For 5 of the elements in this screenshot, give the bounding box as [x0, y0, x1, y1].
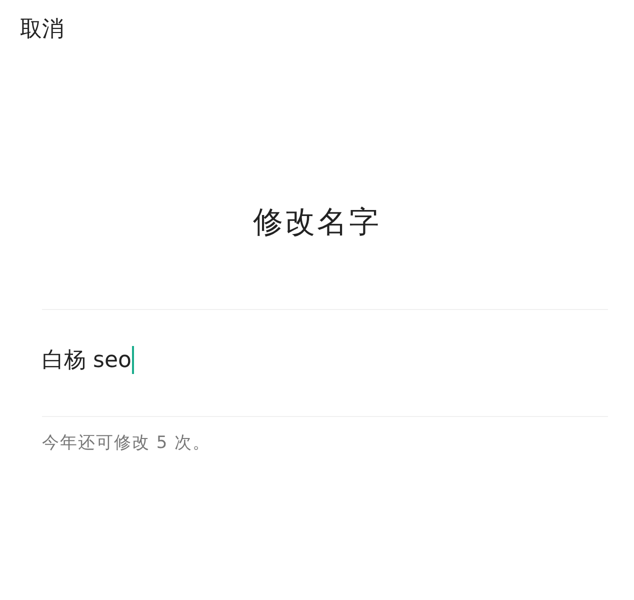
page-title: 修改名字: [252, 204, 382, 242]
text-cursor-icon: [132, 346, 134, 374]
hint-text: 今年还可修改 5 次。: [42, 432, 212, 454]
cancel-button[interactable]: 取消: [18, 12, 66, 46]
name-field[interactable]: 白杨 seo: [42, 344, 608, 376]
